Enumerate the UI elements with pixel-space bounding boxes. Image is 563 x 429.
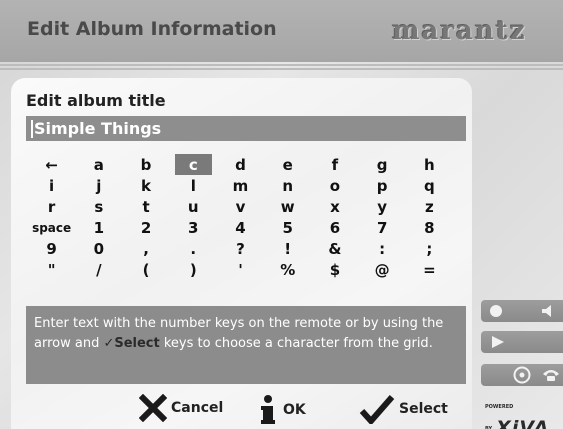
title-input[interactable]: Simple Things [26,116,466,141]
help-text: Enter text with the number keys on the r… [26,306,466,384]
title-input-value: Simple Things [34,119,162,138]
key[interactable]: n [264,175,311,196]
key[interactable]: z [406,196,453,217]
key[interactable]: q [406,175,453,196]
key[interactable]: @ [359,259,406,280]
select-label: Select [399,401,448,417]
key[interactable]: space [28,217,75,238]
key[interactable]: & [311,238,358,259]
key[interactable]: % [264,259,311,280]
key[interactable]: p [359,175,406,196]
key[interactable]: = [406,259,453,280]
record-icon [490,305,502,317]
phone-icon [543,370,559,381]
help-text-select-hint: ✓Select [103,336,160,351]
x-icon [139,394,167,422]
key[interactable]: g [359,154,406,175]
xiva-logo: POWERED BY XiVA [485,395,563,429]
cancel-button[interactable]: Cancel [139,394,223,422]
key[interactable]: 5 [264,217,311,238]
backspace-key[interactable]: ← [28,154,75,175]
ok-button[interactable]: OK [257,394,306,426]
ok-label: OK [283,402,306,418]
checkmark-icon [359,395,395,424]
key[interactable]: 0 [75,238,122,259]
key[interactable]: x [311,196,358,217]
key[interactable]: i [28,175,75,196]
cancel-label: Cancel [171,400,224,416]
xiva-logo-text: XiVA [496,417,550,429]
key[interactable]: $ [311,259,358,280]
dialog-heading: Edit album title [26,91,166,110]
divider [0,64,563,66]
key[interactable]: 7 [359,217,406,238]
key[interactable]: 4 [217,217,264,238]
key[interactable]: y [359,196,406,217]
speaker-icon [542,305,551,317]
character-grid: ← a b c d e f g h i j k l m n o p q r s t u v w x y z space 1 2 3 4 5 6 7 8… [28,154,453,280]
key[interactable]: d [217,154,264,175]
key[interactable]: o [311,175,358,196]
key[interactable]: h [406,154,453,175]
key[interactable]: ! [264,238,311,259]
help-text-part2: keys to choose a character from the grid… [159,336,433,351]
key[interactable]: m [217,175,264,196]
record-mute-button[interactable] [481,300,563,322]
title-bar: Edit Album Information marantz [0,0,563,62]
dialog-actions: Cancel OK Select [11,388,472,428]
key[interactable]: , [122,238,169,259]
key[interactable]: 6 [311,217,358,238]
window-title: Edit Album Information [27,18,277,40]
key[interactable]: f [311,154,358,175]
info-icon [261,395,275,424]
key[interactable]: e [264,154,311,175]
key[interactable]: j [75,175,122,196]
key[interactable]: ' [217,259,264,280]
play-button[interactable] [481,331,563,353]
key[interactable]: : [359,238,406,259]
key[interactable]: s [75,196,122,217]
key[interactable]: ? [217,238,264,259]
key[interactable]: 8 [406,217,453,238]
disc-button[interactable] [481,364,563,386]
edit-title-dialog: Edit album title Simple Things ← a b c d e f g h… [11,78,472,429]
key[interactable]: b [122,154,169,175]
key[interactable]: v [217,196,264,217]
key[interactable]: 9 [28,238,75,259]
divider [0,68,563,70]
play-icon [492,336,504,348]
key[interactable]: . [170,238,217,259]
key[interactable]: 1 [75,217,122,238]
key[interactable]: l [170,175,217,196]
key[interactable]: u [170,196,217,217]
key-selected[interactable]: c [174,154,212,175]
key[interactable]: w [264,196,311,217]
key[interactable]: / [75,259,122,280]
select-button[interactable]: Select [359,394,448,424]
remote-side-panel: POWERED BY XiVA [481,300,563,429]
key[interactable]: ) [170,259,217,280]
text-caret [31,119,33,138]
brand-logo: marantz [392,16,527,46]
key[interactable]: ( [122,259,169,280]
key[interactable]: a [75,154,122,175]
key[interactable]: r [28,196,75,217]
key[interactable]: 2 [122,217,169,238]
disc-icon [513,366,531,384]
key[interactable]: 3 [170,217,217,238]
key[interactable]: ; [406,238,453,259]
key[interactable]: t [122,196,169,217]
key[interactable]: k [122,175,169,196]
key[interactable]: " [28,259,75,280]
